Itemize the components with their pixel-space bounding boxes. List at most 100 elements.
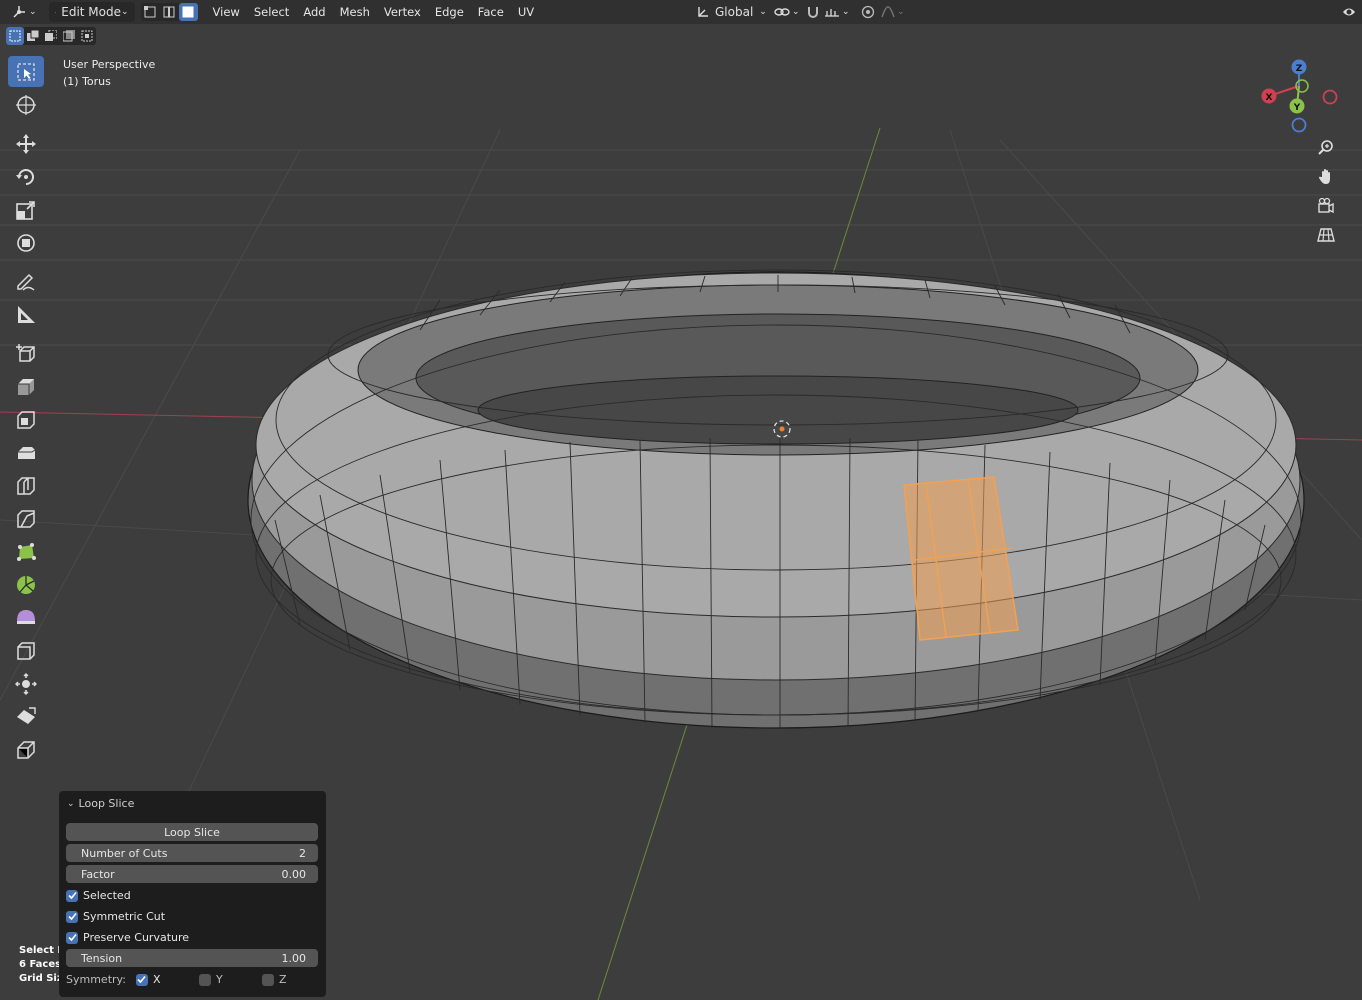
symmetry-x-label: X: [152, 973, 161, 986]
tool-measure[interactable]: [8, 299, 44, 330]
gizmo-z-label: Z: [1296, 64, 1303, 74]
camera-view-button[interactable]: [1313, 193, 1339, 219]
tool-loop-cut[interactable]: [8, 470, 44, 501]
rip-region-icon: [17, 740, 35, 759]
tool-smooth[interactable]: [8, 602, 44, 633]
number-of-cuts-label: Number of Cuts: [81, 846, 168, 860]
tool-bevel[interactable]: [8, 437, 44, 468]
selected-checkbox[interactable]: Selected: [66, 889, 131, 902]
unchecked-box-icon: [198, 973, 211, 986]
tool-shrink-fatten[interactable]: [8, 668, 44, 699]
overlay-menu[interactable]: [1336, 2, 1362, 22]
menu-vertex[interactable]: Vertex: [377, 5, 428, 19]
zoom-icon: [1318, 140, 1333, 155]
tool-inset[interactable]: [8, 404, 44, 435]
zoom-button[interactable]: [1313, 135, 1339, 161]
loop-slice-button-label: Loop Slice: [164, 825, 220, 839]
select-intersect-icon: [81, 30, 93, 42]
menu-face[interactable]: Face: [471, 5, 511, 19]
symmetry-x-checkbox[interactable]: X: [135, 973, 191, 986]
extrude-icon: [18, 378, 34, 395]
add-cube-icon: [16, 343, 35, 362]
number-of-cuts-field[interactable]: Number of Cuts 2: [66, 844, 318, 862]
select-new-button[interactable]: [6, 27, 24, 45]
unchecked-box-icon: [261, 973, 274, 986]
tool-cursor[interactable]: [8, 89, 44, 120]
symmetry-z-checkbox[interactable]: Z: [261, 973, 317, 986]
tool-rip-region[interactable]: [8, 734, 44, 765]
tool-extrude[interactable]: [8, 371, 44, 402]
camera-icon: [1318, 197, 1334, 214]
tool-edge-slide[interactable]: [8, 635, 44, 666]
tool-add-cube[interactable]: [8, 338, 44, 369]
snap-controls[interactable]: ⌄: [800, 2, 856, 22]
select-invert-icon: [63, 30, 75, 42]
tool-spin[interactable]: [8, 569, 44, 600]
orientation-label: Global: [715, 5, 754, 19]
symmetry-y-checkbox[interactable]: Y: [198, 973, 254, 986]
tool-shear[interactable]: [8, 701, 44, 732]
symmetric-cut-checkbox[interactable]: Symmetric Cut: [66, 910, 165, 923]
select-intersect-button[interactable]: [78, 27, 96, 45]
checkmark-icon: [66, 910, 78, 923]
mode-select[interactable]: Edit Mode ⌄: [48, 2, 135, 22]
tool-knife[interactable]: [8, 503, 44, 534]
torus-mesh[interactable]: [247, 269, 1305, 729]
grid-perspective-icon: [1317, 228, 1335, 242]
symmetry-row: Symmetry: X Y Z: [66, 973, 317, 986]
magnet-icon: [808, 7, 818, 18]
number-of-cuts-value: 2: [299, 846, 306, 860]
tool-poly-build[interactable]: [8, 536, 44, 567]
select-invert-button[interactable]: [60, 27, 78, 45]
edge-select-button[interactable]: [160, 3, 179, 21]
scale-icon: [16, 200, 35, 220]
selection-mode-bar: [6, 27, 96, 45]
viewport-header: ⌄ Edit Mode ⌄ View Select Add Mesh Verte…: [0, 0, 1362, 24]
select-extend-icon: [27, 30, 39, 41]
gizmo-x-label: X: [1266, 93, 1273, 103]
poly-build-icon: [17, 542, 36, 561]
falloff-curve-icon: [881, 6, 895, 18]
loop-slice-button[interactable]: Loop Slice: [66, 823, 318, 841]
face-select-button[interactable]: [178, 3, 198, 21]
tool-transform[interactable]: [8, 227, 44, 258]
menu-view[interactable]: View: [206, 5, 247, 19]
inset-icon: [17, 410, 35, 429]
falloff-select[interactable]: ⌄: [875, 2, 911, 22]
tension-field[interactable]: Tension 1.00: [66, 949, 318, 967]
menu-mesh[interactable]: Mesh: [333, 5, 377, 19]
factor-field[interactable]: Factor 0.00: [66, 865, 318, 883]
pan-button[interactable]: [1313, 164, 1339, 190]
select-box-icon: [17, 63, 35, 80]
symmetry-z-label: Z: [278, 973, 287, 986]
chevron-down-icon: ⌄: [897, 7, 905, 17]
orientation-select[interactable]: Global ⌄: [690, 2, 773, 22]
preserve-curvature-checkbox[interactable]: Preserve Curvature: [66, 931, 189, 944]
menu-uv[interactable]: UV: [511, 5, 541, 19]
shear-icon: [17, 706, 36, 724]
vertex-select-button[interactable]: [141, 3, 160, 21]
panel-header[interactable]: ⌄ Loop Slice: [67, 797, 134, 810]
symmetry-y-label: Y: [215, 973, 223, 986]
select-subtract-icon: [45, 30, 57, 41]
editor-type-menu[interactable]: ⌄: [6, 2, 43, 22]
tool-annotate[interactable]: [8, 266, 44, 297]
select-mode-group: [140, 3, 198, 21]
tool-select-box[interactable]: [8, 56, 44, 87]
bevel-icon: [18, 446, 36, 459]
menu-add[interactable]: Add: [296, 5, 332, 19]
symmetry-label: Symmetry:: [66, 973, 126, 986]
tool-rotate[interactable]: [8, 161, 44, 192]
chevron-down-icon: ⌄: [759, 7, 767, 17]
menu-select[interactable]: Select: [247, 5, 296, 19]
tool-move[interactable]: [8, 128, 44, 159]
gizmo-y-label: Y: [1293, 103, 1301, 113]
smooth-icon: [17, 609, 35, 624]
ortho-toggle-button[interactable]: [1313, 222, 1339, 248]
select-extend-button[interactable]: [24, 27, 42, 45]
factor-label: Factor: [81, 867, 115, 881]
select-subtract-button[interactable]: [42, 27, 60, 45]
menu-edge[interactable]: Edge: [428, 5, 471, 19]
rotate-icon: [16, 168, 34, 185]
tool-scale[interactable]: [8, 194, 44, 225]
